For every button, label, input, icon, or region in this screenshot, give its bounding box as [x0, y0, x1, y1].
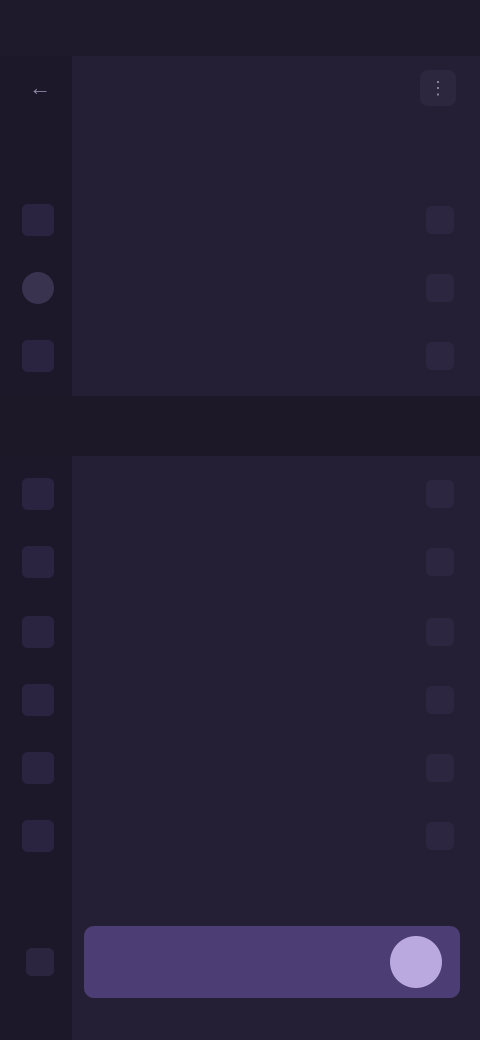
chevron-right-icon[interactable] — [426, 618, 454, 646]
list-item[interactable] — [0, 530, 480, 594]
square-icon — [22, 340, 54, 372]
chevron-right-icon[interactable] — [426, 206, 454, 234]
top-bar: ← ⋮ — [0, 56, 480, 120]
chevron-right-icon[interactable] — [426, 274, 454, 302]
chevron-right-icon[interactable] — [426, 342, 454, 370]
primary-action-bar[interactable] — [84, 926, 460, 998]
square-icon — [26, 948, 54, 976]
status-bar — [0, 0, 480, 56]
circle-icon[interactable] — [390, 936, 442, 988]
square-icon — [22, 546, 54, 578]
chevron-right-icon[interactable] — [426, 548, 454, 576]
square-icon — [22, 478, 54, 510]
chevron-right-icon[interactable] — [426, 480, 454, 508]
section-divider — [0, 396, 480, 456]
square-icon — [22, 204, 54, 236]
chevron-right-icon[interactable] — [426, 754, 454, 782]
list-item[interactable] — [0, 804, 480, 868]
square-icon — [22, 820, 54, 852]
circle-icon — [22, 272, 54, 304]
back-arrow-icon[interactable]: ← — [24, 72, 56, 104]
square-icon — [22, 616, 54, 648]
more-icon[interactable]: ⋮ — [420, 70, 456, 106]
chevron-right-icon[interactable] — [426, 686, 454, 714]
chevron-right-icon[interactable] — [426, 822, 454, 850]
list-item[interactable] — [0, 600, 480, 664]
list-item[interactable] — [0, 736, 480, 800]
list-item[interactable] — [0, 668, 480, 732]
square-icon — [22, 752, 54, 784]
app-screen: ← ⋮ — [0, 0, 480, 1040]
list-item[interactable] — [0, 256, 480, 320]
list-item[interactable] — [0, 324, 480, 388]
list-item[interactable] — [0, 188, 480, 252]
square-icon — [22, 684, 54, 716]
list-item[interactable] — [0, 462, 480, 526]
